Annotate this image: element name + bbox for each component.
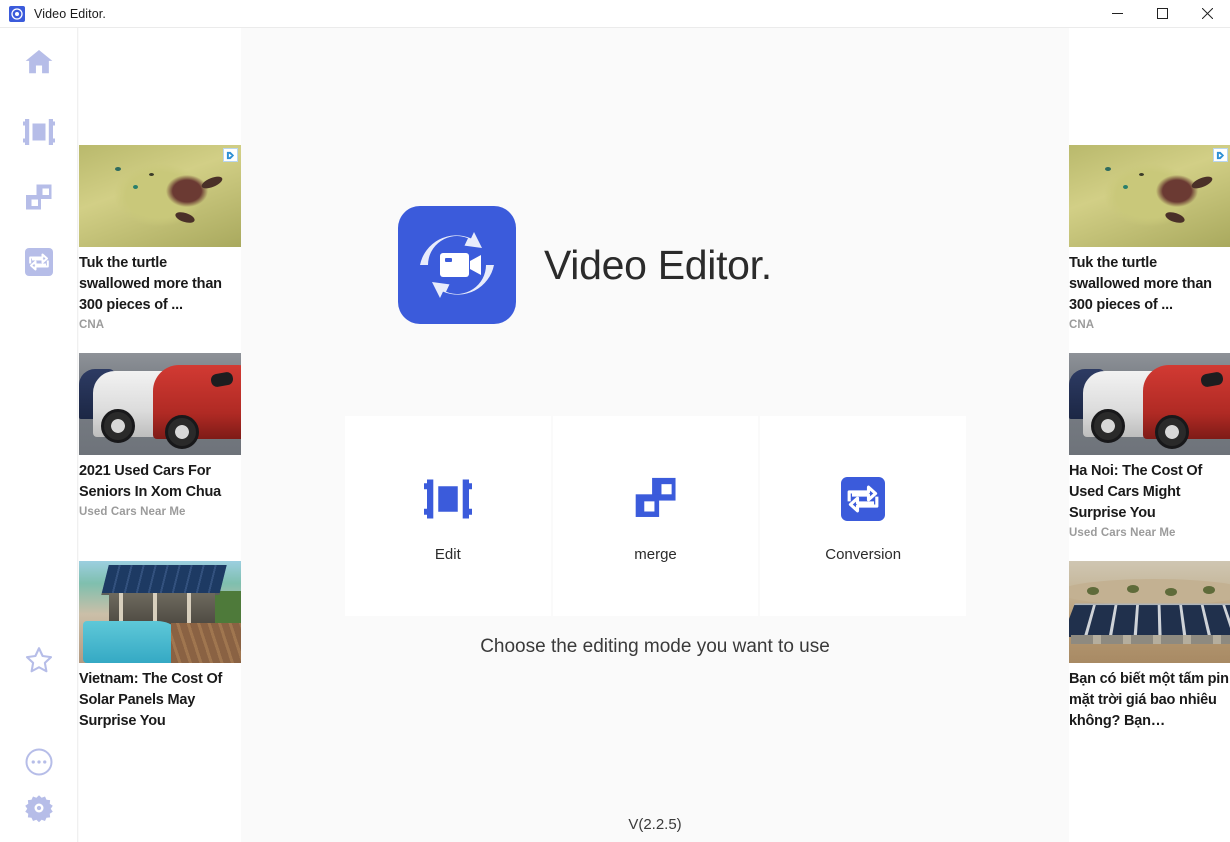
merge-squares-icon — [631, 470, 681, 528]
maximize-button[interactable] — [1140, 0, 1185, 28]
mode-card-label: Edit — [435, 546, 461, 563]
sidebar-item-settings[interactable] — [0, 786, 78, 830]
ad-item[interactable]: Vietnam: The Cost Of Solar Panels May Su… — [79, 561, 241, 735]
title-bar: Video Editor. — [0, 0, 1230, 28]
ad-thumbnail[interactable] — [1069, 561, 1230, 663]
home-icon — [23, 46, 55, 78]
gear-icon — [24, 793, 54, 823]
sidebar-item-home[interactable] — [0, 40, 78, 84]
ad-item[interactable]: Tuk the turtle swallowed more than 300 p… — [1069, 145, 1230, 331]
close-button[interactable] — [1185, 0, 1230, 28]
ad-source: Used Cars Near Me — [79, 506, 241, 518]
ad-item[interactable]: Tuk the turtle swallowed more than 300 p… — [79, 145, 241, 331]
mode-hint-text: Choose the editing mode you want to use — [241, 636, 1069, 658]
ad-title[interactable]: 2021 Used Cars For Seniors In Xom Chua — [79, 461, 241, 503]
ad-source: CNA — [1069, 319, 1230, 331]
version-label: V(2.2.5) — [241, 816, 1069, 833]
merge-squares-icon — [23, 184, 55, 212]
mode-card-merge[interactable]: merge — [553, 416, 759, 616]
sidebar-item-merge[interactable] — [0, 176, 78, 220]
sidebar-item-conversion[interactable] — [0, 240, 78, 284]
app-window: Video Editor. Tuk the turtle swallowed m… — [0, 0, 1230, 842]
sidebar-item-edit[interactable] — [0, 110, 78, 154]
mode-card-conversion[interactable]: Conversion — [760, 416, 966, 616]
video-camera-refresh-icon — [398, 206, 516, 324]
conversion-icon — [841, 470, 885, 528]
ad-thumbnail[interactable] — [1069, 353, 1230, 455]
ad-panel-right: Tuk the turtle swallowed more than 300 p… — [1069, 28, 1230, 842]
brand-logo: Video Editor. — [398, 206, 772, 324]
mode-card-label: merge — [634, 546, 677, 563]
more-dots-icon — [24, 747, 54, 777]
film-strip-icon — [23, 118, 55, 146]
mode-card-edit[interactable]: Edit — [345, 416, 551, 616]
sidebar — [0, 28, 78, 842]
conversion-icon — [25, 248, 53, 276]
ad-title[interactable]: Ha Noi: The Cost Of Used Cars Might Surp… — [1069, 461, 1230, 524]
star-icon — [24, 645, 54, 675]
ad-title[interactable]: Bạn có biết một tấm pin mặt trời giá bao… — [1069, 669, 1230, 732]
ad-item[interactable]: 2021 Used Cars For Seniors In Xom Chua U… — [79, 353, 241, 518]
ad-title[interactable]: Vietnam: The Cost Of Solar Panels May Su… — [79, 669, 241, 732]
sidebar-item-more[interactable] — [0, 740, 78, 784]
ad-source: CNA — [79, 319, 241, 331]
adchoices-icon[interactable] — [1213, 148, 1228, 162]
ad-title[interactable]: Tuk the turtle swallowed more than 300 p… — [79, 253, 241, 316]
main-content: Video Editor. Edit merge Conversion Choo… — [241, 28, 1069, 842]
ad-panel-left: Tuk the turtle swallowed more than 300 p… — [79, 28, 241, 842]
ad-source: Used Cars Near Me — [1069, 527, 1230, 539]
ad-thumbnail[interactable] — [79, 561, 241, 663]
mode-cards: Edit merge Conversion — [345, 416, 966, 616]
ad-thumbnail[interactable] — [79, 353, 241, 455]
ad-title[interactable]: Tuk the turtle swallowed more than 300 p… — [1069, 253, 1230, 316]
brand-name: Video Editor. — [544, 242, 772, 289]
window-title: Video Editor. — [34, 7, 106, 21]
adchoices-icon[interactable] — [223, 148, 238, 162]
window-controls — [1095, 0, 1230, 28]
ad-thumbnail[interactable] — [1069, 145, 1230, 247]
film-strip-icon — [424, 470, 472, 528]
ad-item[interactable]: Ha Noi: The Cost Of Used Cars Might Surp… — [1069, 353, 1230, 539]
video-editor-icon — [9, 6, 25, 22]
mode-card-label: Conversion — [825, 546, 901, 563]
sidebar-item-favorite[interactable] — [0, 638, 78, 682]
ad-item[interactable]: Bạn có biết một tấm pin mặt trời giá bao… — [1069, 561, 1230, 735]
minimize-button[interactable] — [1095, 0, 1140, 28]
ad-thumbnail[interactable] — [79, 145, 241, 247]
